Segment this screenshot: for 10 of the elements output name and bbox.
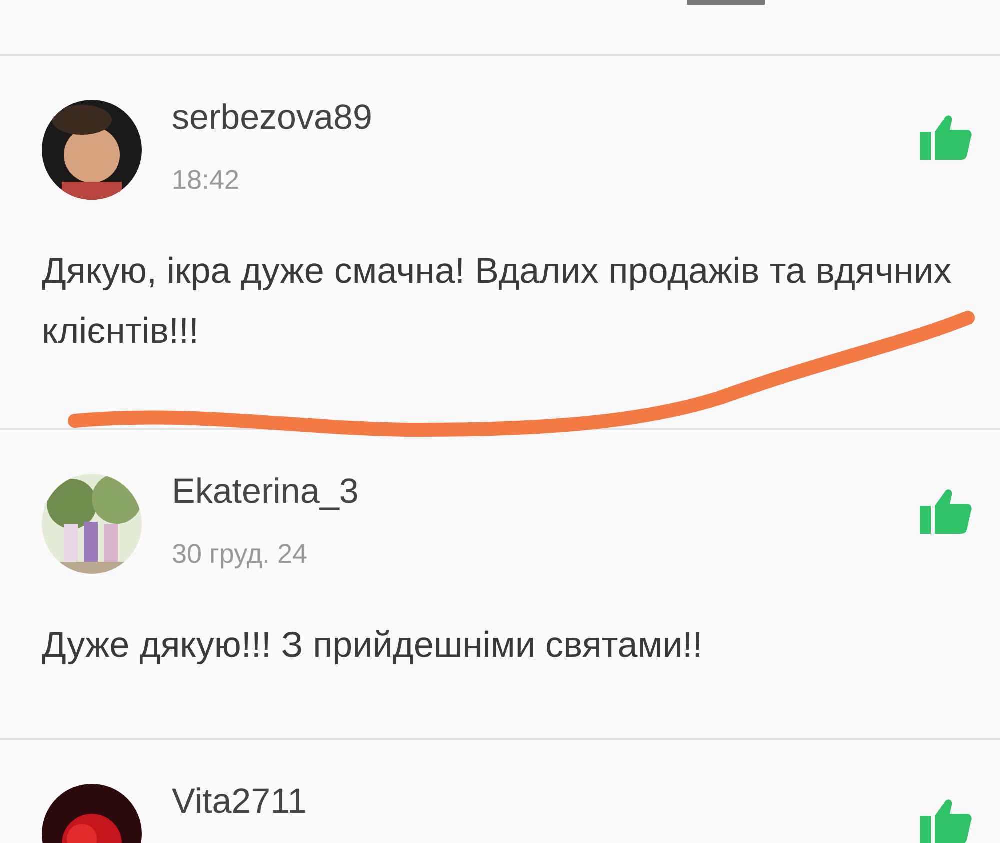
thumbs-up-icon[interactable] bbox=[920, 114, 972, 160]
review-text: Дуже дякую!!! З прийдешніми святами!! bbox=[42, 622, 704, 666]
review-date: 18:42 bbox=[172, 164, 241, 197]
author-name[interactable]: Ekaterina_3 bbox=[172, 472, 920, 512]
author-name[interactable]: serbezova89 bbox=[172, 98, 920, 138]
review-text: Дякую, ікра дуже смачна! Вдалих продажів та вдячних клієнтів!!! bbox=[42, 248, 953, 352]
review-date: 30 груд. 24 bbox=[172, 538, 308, 571]
thumbs-up-icon[interactable] bbox=[920, 798, 972, 843]
thumbs-up-icon[interactable] bbox=[920, 488, 972, 534]
author-name[interactable]: Vita2711 bbox=[172, 782, 920, 822]
